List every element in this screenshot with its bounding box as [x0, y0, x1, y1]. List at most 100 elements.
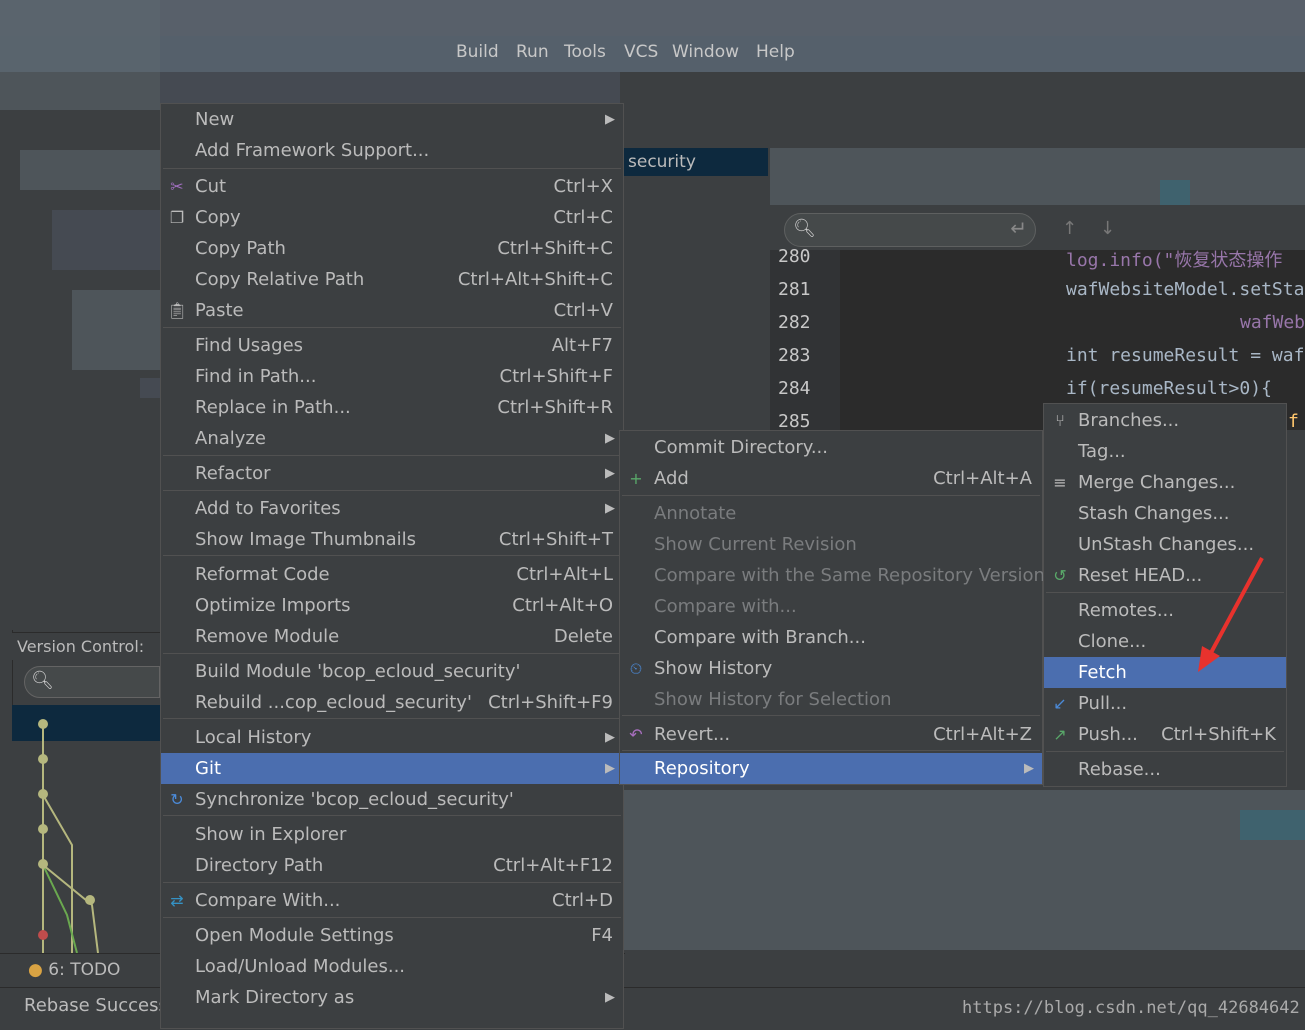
repo-menu-item-merge-changes[interactable]: ≡ Merge Changes... — [1044, 467, 1286, 498]
shortcut-label: F4 — [591, 925, 613, 946]
repo-menu-item-rebase[interactable]: Rebase... — [1044, 754, 1286, 785]
menu-item-label: Find Usages — [195, 335, 304, 356]
context-menu-item-compare-with[interactable]: ⇄ Compare With... Ctrl+D — [161, 885, 623, 916]
context-menu-item-copy[interactable]: ❐ Copy Ctrl+C — [161, 202, 623, 233]
status-text: Rebase Successf — [24, 995, 175, 1016]
repo-menu-item-pull[interactable]: ↙ Pull... — [1044, 688, 1286, 719]
commit-graph[interactable] — [12, 705, 160, 953]
context-menu-item-local-history[interactable]: Local History ▶ — [161, 722, 623, 753]
menu-window[interactable]: Window — [672, 42, 739, 62]
menu-separator — [1046, 751, 1284, 752]
menu-item-label: Reset HEAD... — [1078, 565, 1203, 586]
menu-item-label: Reformat Code — [195, 564, 330, 585]
shortcut-label: Ctrl+C — [553, 207, 613, 228]
down-arrow-icon[interactable]: ↓ — [1100, 218, 1115, 239]
menu-separator — [163, 653, 621, 654]
line-number: 283 — [778, 345, 811, 366]
git-menu-item-show-current-revision[interactable]: Show Current Revision — [620, 529, 1042, 560]
up-arrow-icon[interactable]: ↑ — [1062, 218, 1077, 239]
context-menu-item-optimize-imports[interactable]: Optimize Imports Ctrl+Alt+O — [161, 590, 623, 621]
menu-item-label: Annotate — [654, 503, 737, 524]
menu-vcs[interactable]: VCS — [624, 42, 658, 62]
context-menu-item-rebuild-cop-ecloud-security[interactable]: Rebuild ...cop_ecloud_security' Ctrl+Shif… — [161, 687, 623, 718]
context-menu-item-cut[interactable]: ✂ Cut Ctrl+X — [161, 171, 623, 202]
context-menu-item-show-in-explorer[interactable]: Show in Explorer — [161, 819, 623, 850]
menu-separator — [163, 327, 621, 328]
history-icon: ⏲ — [629, 659, 643, 678]
git-menu-item-repository[interactable]: Repository ▶ — [620, 753, 1042, 784]
project-tab-security[interactable]: security — [624, 148, 768, 176]
menu-separator — [622, 495, 1040, 496]
context-menu-item-show-image-thumbnails[interactable]: Show Image Thumbnails Ctrl+Shift+T — [161, 524, 623, 555]
menu-item-label: Build Module 'bcop_ecloud_security' — [195, 661, 521, 682]
menu-item-label: Remove Module — [195, 626, 340, 647]
context-menu-item-copy-relative-path[interactable]: Copy Relative Path Ctrl+Alt+Shift+C — [161, 264, 623, 295]
git-menu-item-annotate[interactable]: Annotate — [620, 498, 1042, 529]
context-menu-item-refactor[interactable]: Refactor ▶ — [161, 458, 623, 489]
revert-icon: ↶ — [629, 725, 643, 744]
repo-menu-item-push[interactable]: ↗ Push... Ctrl+Shift+K — [1044, 719, 1286, 750]
shortcut-label: Alt+F7 — [551, 335, 613, 356]
menu-tools[interactable]: Tools — [564, 42, 606, 62]
submenu-arrow-icon: ▶ — [605, 501, 615, 516]
context-menu-item-load-unload-modules[interactable]: Load/Unload Modules... — [161, 951, 623, 982]
merge-icon: ≡ — [1053, 473, 1067, 492]
context-menu-item-replace-in-path[interactable]: Replace in Path... Ctrl+Shift+R — [161, 392, 623, 423]
context-menu-item-find-in-path[interactable]: Find in Path... Ctrl+Shift+F — [161, 361, 623, 392]
context-menu-item-reformat-code[interactable]: Reformat Code Ctrl+Alt+L — [161, 559, 623, 590]
menu-item-label: Rebuild ...cop_ecloud_security' — [195, 692, 472, 713]
context-menu-item-open-module-settings[interactable]: Open Module Settings F4 — [161, 920, 623, 951]
context-menu-item-directory-path[interactable]: Directory Path Ctrl+Alt+F12 — [161, 850, 623, 881]
git-menu-item-revert[interactable]: ↶ Revert... Ctrl+Alt+Z — [620, 719, 1042, 750]
menu-item-label: Git — [195, 758, 222, 779]
plus-icon: + — [629, 469, 643, 488]
branch-icon: ⑂ — [1055, 411, 1065, 430]
git-menu-item-compare-with[interactable]: Compare with... — [620, 591, 1042, 622]
menu-item-label: Add Framework Support... — [195, 140, 430, 161]
menu-item-label: Refactor — [195, 463, 271, 484]
context-menu-item-copy-path[interactable]: Copy Path Ctrl+Shift+C — [161, 233, 623, 264]
shortcut-label: Ctrl+Alt+A — [933, 468, 1032, 489]
context-menu-item-add-framework-support[interactable]: Add Framework Support... — [161, 135, 623, 166]
repo-menu-item-stash-changes[interactable]: Stash Changes... — [1044, 498, 1286, 529]
context-menu-item-find-usages[interactable]: Find Usages Alt+F7 — [161, 330, 623, 361]
menu-item-label: Remotes... — [1078, 600, 1174, 621]
repo-menu-item-tag[interactable]: Tag... — [1044, 436, 1286, 467]
menu-help[interactable]: Help — [756, 42, 795, 62]
context-menu-item-synchronize-bcop-ecloud-security[interactable]: ↻ Synchronize 'bcop_ecloud_security' — [161, 784, 623, 815]
git-menu-item-show-history-for-selection[interactable]: Show History for Selection — [620, 684, 1042, 715]
git-menu-item-show-history[interactable]: ⏲ Show History — [620, 653, 1042, 684]
menu-build[interactable]: Build — [456, 42, 499, 62]
enter-icon: ↵ — [1010, 216, 1027, 240]
paste-icon: 📋︎ — [167, 301, 188, 320]
menu-item-label: Show Image Thumbnails — [195, 529, 416, 550]
git-menu-item-compare-with-the-same-repository-version[interactable]: Compare with the Same Repository Version — [620, 560, 1045, 591]
menu-run[interactable]: Run — [516, 42, 549, 62]
context-menu-item-paste[interactable]: 📋︎ Paste Ctrl+V — [161, 295, 623, 326]
find-input[interactable]: 🔍︎ ↵ — [784, 213, 1036, 247]
todo-tab[interactable]: ● 6: TODO — [28, 960, 120, 980]
context-menu-item-git[interactable]: Git ▶ — [161, 753, 623, 784]
context-menu-item-remove-module[interactable]: Remove Module Delete — [161, 621, 623, 652]
menu-item-label: Revert... — [654, 724, 731, 745]
context-menu-item-new[interactable]: New ▶ — [161, 104, 623, 135]
menu-item-label: Copy — [195, 207, 241, 228]
code-line: int resumeResult = waf — [1066, 345, 1305, 366]
context-menu-item-build-module-bcop-ecloud-security[interactable]: Build Module 'bcop_ecloud_security' — [161, 656, 623, 687]
menu-item-label: Add — [654, 468, 689, 489]
project-context-menu: New ▶ Add Framework Support... ✂ Cut Ctrl+X ❐ C… — [160, 103, 624, 1029]
vc-search-input[interactable]: 🔍︎ — [24, 666, 160, 698]
git-menu-item-commit-directory[interactable]: Commit Directory... — [620, 432, 1042, 463]
annotation-arrow-icon — [1198, 557, 1264, 672]
context-menu-item-add-to-favorites[interactable]: Add to Favorites ▶ — [161, 493, 623, 524]
menu-item-label: Optimize Imports — [195, 595, 351, 616]
context-menu-item-analyze[interactable]: Analyze ▶ — [161, 423, 623, 454]
git-menu-item-add[interactable]: + Add Ctrl+Alt+A — [620, 463, 1042, 494]
context-menu-item-mark-directory-as[interactable]: Mark Directory as ▶ — [161, 982, 623, 1013]
menu-item-label: Local History — [195, 727, 312, 748]
shortcut-label: Delete — [553, 626, 613, 647]
menu-item-label: Merge Changes... — [1078, 472, 1236, 493]
git-menu-item-compare-with-branch[interactable]: Compare with Branch... — [620, 622, 1042, 653]
repo-menu-item-branches[interactable]: ⑂ Branches... — [1044, 405, 1286, 436]
title-bar — [0, 0, 1305, 36]
